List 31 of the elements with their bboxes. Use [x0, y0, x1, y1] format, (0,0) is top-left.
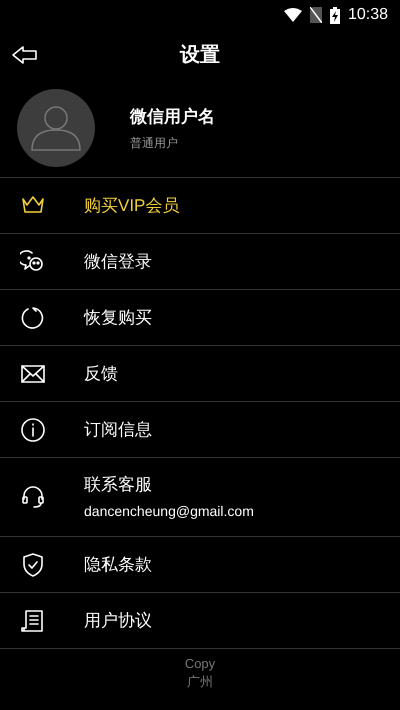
menu-item[interactable]: 恢复购买 [0, 290, 400, 346]
menu-item[interactable]: 联系客服 dancencheung@gmail.com [0, 458, 400, 537]
user-type: 普通用户 [130, 134, 179, 152]
copyright-text: 广州 [187, 673, 213, 691]
wifi-icon [284, 8, 302, 22]
page-title: 设置 [180, 43, 220, 68]
email-address: dancencheung@gmail.com [84, 502, 254, 522]
menu-item[interactable]: 订阅信息 [0, 402, 400, 458]
copyright-text: Copy [184, 655, 216, 673]
battery-charging-icon [330, 6, 340, 24]
menu-label: 用户协议 [84, 610, 152, 632]
menu-label: 购买VIP会员 [84, 194, 180, 217]
menu-item[interactable]: 隐私条款 [0, 537, 400, 593]
menu-label: 恢复购买 [84, 306, 152, 329]
headset-icon [20, 484, 46, 510]
no-sim-icon [310, 7, 322, 23]
refresh-icon [20, 304, 46, 330]
menu-label: 联系客服 [84, 474, 153, 496]
menu-label: 订阅信息 [84, 418, 152, 441]
menu-label: 反馈 [84, 362, 118, 385]
info-icon [20, 416, 46, 442]
menu-label: 微信登录 [84, 250, 152, 273]
user-name: 微信用户名 [130, 106, 215, 128]
menu-item[interactable]: 购买VIP会员 [0, 178, 400, 234]
scroll-document-icon [20, 608, 46, 634]
shield-check-icon [20, 552, 46, 578]
menu-item[interactable]: 反馈 [0, 346, 400, 402]
menu-item[interactable]: 用户协议 [0, 593, 400, 649]
clock-time: 10:38 [348, 5, 388, 25]
menu-label: 隐私条款 [84, 554, 152, 576]
menu-item[interactable]: 微信登录 [0, 234, 400, 290]
